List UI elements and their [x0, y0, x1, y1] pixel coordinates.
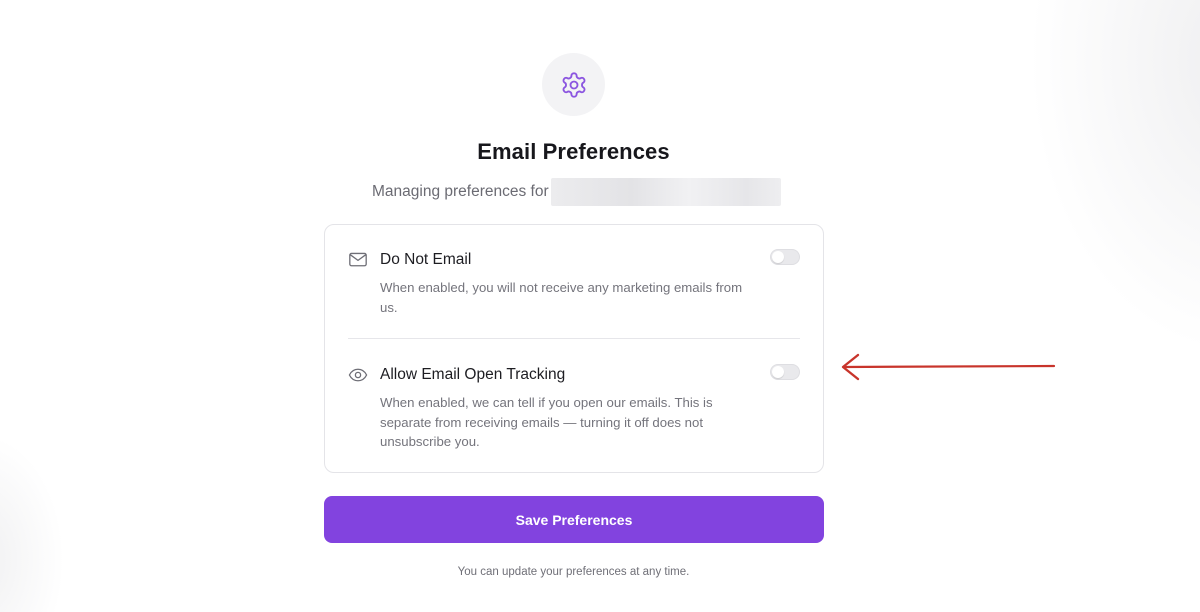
gear-icon — [562, 71, 585, 98]
page-title: Email Preferences — [477, 139, 670, 164]
settings-badge — [542, 53, 605, 116]
eye-icon — [348, 368, 368, 382]
toggle-knob — [772, 251, 784, 263]
annotation-arrow — [841, 353, 1056, 381]
subtitle: Managing preferences for — [372, 178, 781, 206]
redacted-email — [550, 178, 781, 206]
pref-description: When enabled, you will not receive any m… — [380, 280, 743, 315]
open-tracking-toggle[interactable] — [770, 364, 800, 380]
save-preferences-button[interactable]: Save Preferences — [324, 496, 824, 543]
footer-note: You can update your preferences at any t… — [457, 566, 690, 578]
toggle-knob — [772, 366, 784, 378]
subtitle-text: Managing preferences for — [372, 183, 549, 200]
do-not-email-toggle[interactable] — [770, 249, 800, 265]
pref-description: When enabled, we can tell if you open ou… — [380, 395, 713, 449]
divider — [348, 338, 800, 339]
mail-icon — [349, 252, 367, 267]
pref-label: Allow Email Open Tracking — [380, 366, 566, 383]
preferences-card: Do Not Email When enabled, you will not … — [324, 224, 824, 473]
pref-label: Do Not Email — [380, 251, 472, 268]
